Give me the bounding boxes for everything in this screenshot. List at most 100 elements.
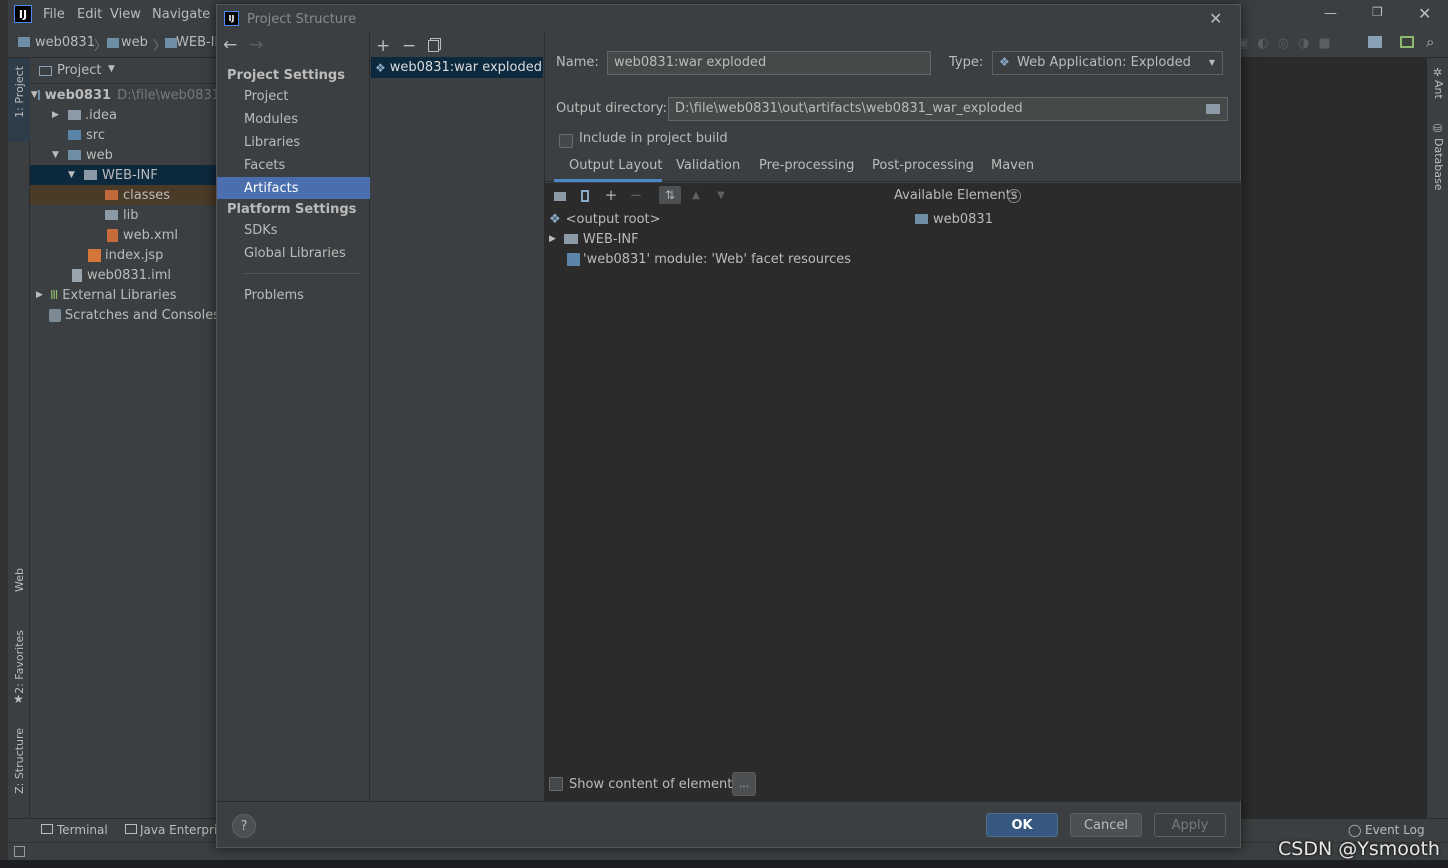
cancel-button[interactable]: Cancel	[1070, 813, 1142, 837]
move-down-icon[interactable]: ▼	[712, 186, 730, 204]
remove-icon[interactable]: −	[402, 36, 416, 56]
create-directory-icon[interactable]	[551, 187, 569, 205]
expanded-arrow-icon: ▼	[68, 170, 75, 180]
dialog-title: Project Structure	[247, 12, 357, 27]
create-archive-icon[interactable]	[576, 187, 594, 205]
breadcrumb-web[interactable]: web	[121, 35, 148, 50]
type-select-value: Web Application: Exploded	[1017, 55, 1191, 70]
show-content-checkbox[interactable]	[549, 777, 563, 791]
tree-item-idea[interactable]: ▶ .idea	[30, 105, 220, 125]
sidebar-item-global-libraries[interactable]: Global Libraries	[217, 242, 370, 264]
sidebar-item-facets[interactable]: Facets	[217, 154, 370, 176]
menu-navigate[interactable]: Navigate	[152, 7, 210, 22]
name-field[interactable]: web0831:war exploded	[607, 51, 931, 75]
module-folder-icon	[915, 214, 928, 224]
tree-item-external-libraries[interactable]: ▶ Ⅲ External Libraries	[30, 285, 220, 305]
tab-validation[interactable]: Validation	[676, 158, 740, 173]
output-folder-icon	[105, 190, 118, 200]
tree-item-web0831-iml[interactable]: web0831.iml	[30, 265, 220, 285]
include-in-build-checkbox[interactable]	[559, 134, 573, 148]
menu-edit[interactable]: Edit	[77, 7, 102, 22]
close-window-icon[interactable]: ✕	[1418, 4, 1431, 23]
layout-tree-label: WEB-INF	[582, 231, 639, 247]
show-content-options-button[interactable]: ...	[732, 772, 756, 796]
web-tool-tab[interactable]: Web	[13, 568, 26, 592]
tree-item-index-jsp[interactable]: index.jsp	[30, 245, 220, 265]
artifact-list-label: web0831:war exploded	[389, 60, 542, 75]
breadcrumb-web-inf[interactable]: WEB-INF	[176, 35, 216, 50]
tree-item-web0831[interactable]: ▼ web0831 D:\file\web0831	[30, 85, 220, 105]
browse-folder-icon[interactable]	[1206, 104, 1220, 114]
tree-item-web-inf[interactable]: ▼ WEB-INF	[30, 165, 220, 185]
sidebar-item-project[interactable]: Project	[217, 85, 370, 107]
layout-tree-row-output-root[interactable]: ❖ <output root>	[549, 209, 661, 229]
terminal-tab[interactable]: Terminal	[57, 823, 108, 837]
intellij-logo-icon: IJ	[14, 5, 32, 23]
layout-tree-row-web-inf[interactable]: ▶ WEB-INF	[549, 229, 639, 249]
java-enterprise-icon	[125, 824, 137, 834]
chevron-down-icon[interactable]: ▼	[108, 64, 115, 74]
add-icon[interactable]: +	[376, 36, 390, 56]
minimize-icon[interactable]: —	[1324, 6, 1337, 21]
move-up-icon[interactable]: ▲	[687, 186, 705, 204]
tree-item-classes[interactable]: classes	[30, 185, 220, 205]
tab-maven[interactable]: Maven	[991, 158, 1034, 173]
add-copy-of-icon[interactable]: +	[602, 186, 620, 204]
star-icon: ★	[13, 692, 24, 706]
search-everywhere-icon[interactable]: ⌕	[1426, 33, 1434, 51]
tree-path: D:\file\web0831	[117, 87, 220, 103]
sidebar-item-modules[interactable]: Modules	[217, 108, 370, 130]
forward-arrow-icon[interactable]: →	[249, 35, 263, 55]
tree-item-src[interactable]: src	[30, 125, 220, 145]
tree-item-web-xml[interactable]: web.xml	[30, 225, 220, 245]
libraries-icon: Ⅲ	[50, 288, 59, 302]
type-select[interactable]: ❖ Web Application: Exploded ▼	[992, 51, 1223, 75]
remove-element-icon[interactable]: −	[627, 186, 645, 204]
artifact-list-item[interactable]: ❖ web0831:war exploded	[371, 57, 543, 78]
restore-icon[interactable]: ❐	[1372, 5, 1383, 19]
database-tool-tab[interactable]: Database	[1432, 138, 1445, 191]
layout-toggle-icon[interactable]	[14, 846, 25, 857]
layout-tree-row-facet-resources[interactable]: 'web0831' module: 'Web' facet resources	[567, 249, 851, 269]
toolbar-run-icons: ▣◐◎◑■	[1236, 36, 1340, 51]
java-enterprise-tab[interactable]: Java Enterprise	[140, 823, 216, 837]
tree-item-web[interactable]: ▼ web	[30, 145, 220, 165]
iml-file-icon	[72, 268, 82, 282]
back-arrow-icon[interactable]: ←	[223, 35, 237, 55]
tree-label: web	[86, 147, 113, 163]
sidebar-item-artifacts[interactable]: Artifacts	[217, 177, 370, 199]
project-settings-heading: Project Settings	[227, 68, 345, 83]
sidebar-divider	[244, 273, 360, 274]
apply-button[interactable]: Apply	[1154, 813, 1226, 837]
menu-view[interactable]: View	[110, 7, 141, 22]
project-view-selector[interactable]: Project	[57, 63, 101, 78]
run-window-icon[interactable]	[1400, 36, 1414, 48]
help-icon[interactable]: ?	[1007, 189, 1021, 203]
event-log-tab[interactable]: Event Log	[1365, 823, 1425, 837]
favorites-tool-tab[interactable]: 2: Favorites	[13, 630, 26, 694]
available-element-web0831[interactable]: web0831	[915, 209, 993, 229]
ant-tool-tab[interactable]: Ant	[1432, 80, 1445, 99]
help-button[interactable]: ?	[232, 814, 256, 838]
type-label: Type:	[949, 55, 984, 70]
breadcrumb-web0831[interactable]: web0831	[35, 35, 95, 50]
sidebar-item-sdks[interactable]: SDKs	[217, 219, 370, 241]
copy-icon[interactable]	[428, 40, 439, 52]
sidebar-item-libraries[interactable]: Libraries	[217, 131, 370, 153]
sidebar-item-problems[interactable]: Problems	[217, 284, 370, 306]
tree-item-scratches[interactable]: Scratches and Consoles	[30, 305, 220, 325]
tab-output-layout[interactable]: Output Layout	[569, 158, 662, 173]
tab-post-processing[interactable]: Post-processing	[872, 158, 974, 173]
structure-tool-tab[interactable]: Z: Structure	[13, 728, 26, 794]
menu-file[interactable]: File	[43, 7, 65, 22]
output-directory-field[interactable]: D:\file\web0831\out\artifacts\web0831_wa…	[668, 97, 1228, 121]
sort-elements-icon[interactable]: ⇅	[659, 186, 681, 204]
collapsed-arrow-icon: ▶	[549, 234, 556, 244]
close-icon[interactable]: ✕	[1209, 9, 1222, 28]
tab-pre-processing[interactable]: Pre-processing	[759, 158, 854, 173]
ok-button[interactable]: OK	[986, 813, 1058, 837]
project-structure-icon[interactable]	[1368, 36, 1382, 48]
web-folder-icon	[68, 150, 81, 160]
settings-sidebar: ← → Project Settings Project Modules Lib…	[217, 33, 370, 801]
tree-item-lib[interactable]: lib	[30, 205, 220, 225]
